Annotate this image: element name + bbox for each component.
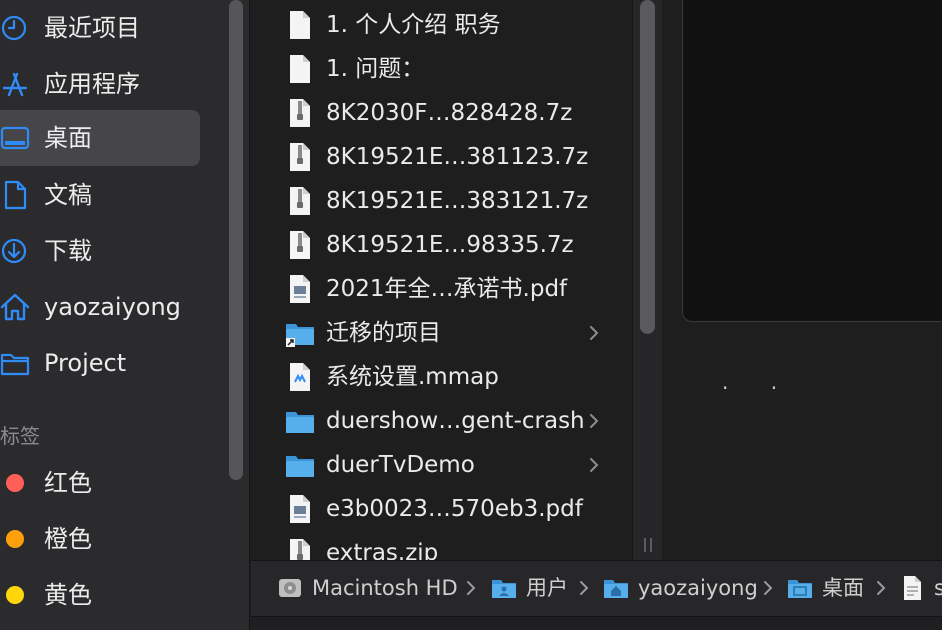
file-row[interactable]: 1. 问题： [251,47,632,91]
download-icon [1,238,27,264]
file-name: 1. 个人介绍 职务 [326,12,501,38]
file-name: e3b0023…570eb3.pdf [326,496,583,522]
file-name: 系统设置.mmap [326,364,499,390]
file-name: duerTvDemo [326,452,475,478]
file-name: 8K2030F…828428.7z [326,100,573,126]
mindmap-file-icon [290,363,310,391]
file-list: 1. 个人介绍 职务 1. 问题： 8K2030F…828428.7z 8K19… [251,0,632,560]
file-name: 8K19521E…98335.7z [326,232,574,258]
file-row[interactable]: extras.zip [251,531,632,560]
file-name: duershow…gent-crash [326,408,585,434]
sidebar-tag-label: 红色 [44,469,92,497]
text-file-icon [290,55,310,83]
home-folder-icon[interactable] [603,575,629,601]
sidebar-item-label: 最近项目 [44,14,140,42]
archive-file-icon [290,539,310,560]
file-row[interactable]: 2021年全…承诺书.pdf [251,267,632,311]
folder-icon [286,456,314,477]
applications-icon [2,72,28,97]
breadcrumb-users[interactable]: 用户 [526,574,568,602]
file-name: 2021年全…承诺书.pdf [326,276,568,302]
sidebar-item-label: 应用程序 [44,70,140,98]
sidebar-item-documents[interactable]: 文稿 [0,167,200,223]
file-row[interactable]: 迁移的项目 [251,311,632,355]
file-row[interactable]: duerTvDemo [251,443,632,487]
sidebar-tag-red[interactable]: 红色 [0,455,200,511]
file-row[interactable]: 1. 个人介绍 职务 [251,3,632,47]
chevron-right-icon [590,326,599,340]
sidebar-item-label: Project [44,349,127,377]
file-row[interactable]: 8K19521E…383121.7z [251,179,632,223]
column-resize-handle-icon[interactable] [640,535,656,555]
users-folder-icon[interactable] [491,575,517,601]
pdf-file-icon [290,495,310,523]
file-name: 迁移的项目 [326,320,441,346]
sidebar-item-project[interactable]: Project [0,335,200,391]
sidebar-item-home[interactable]: yaozaiyong [0,279,200,335]
breadcrumb-file[interactable]: s [934,574,942,602]
sidebar-tag-orange[interactable]: 橙色 [0,511,200,567]
red-tag-dot-icon [6,474,24,492]
breadcrumb-separator-icon [764,581,773,595]
breadcrumb-macintosh-hd[interactable]: Macintosh HD [312,574,458,602]
breadcrumb-home[interactable]: yaozaiyong [638,574,758,602]
sidebar-scrollbar[interactable] [229,0,243,480]
breadcrumb-separator-icon [877,581,886,595]
sidebar-item-label: 文稿 [44,181,92,209]
file-name: 1. 问题： [326,56,425,82]
sidebar-item-applications[interactable]: 应用程序 [0,56,200,112]
sidebar-item-label: yaozaiyong [44,293,181,321]
pdf-file-icon [290,275,310,303]
folder-icon [286,412,314,433]
home-icon [0,293,30,321]
file-name: 8K19521E…383121.7z [326,188,589,214]
text-file-icon [290,11,310,39]
yellow-tag-dot-icon [6,586,24,604]
sidebar-item-label: 桌面 [44,124,92,152]
folder-alias-icon [286,324,314,347]
file-list-scrollbar-thumb[interactable] [640,0,655,334]
preview-dots: . . [722,370,796,394]
breadcrumb-separator-icon [467,581,476,595]
orange-tag-dot-icon [6,530,24,548]
sidebar-tag-yellow[interactable]: 黄色 [0,567,200,623]
preview-thumbnail [682,0,942,322]
chevron-right-icon [590,458,599,472]
sidebar-tag-label: 橙色 [44,525,92,553]
archive-file-icon [290,143,310,171]
archive-file-icon [290,99,310,127]
file-row[interactable]: 8K2030F…828428.7z [251,91,632,135]
sidebar-tag-label: 黄色 [44,581,92,609]
sidebar-item-label: 下载 [44,237,92,265]
file-name: extras.zip [326,540,439,560]
file-row[interactable]: duershow…gent-crash [251,399,632,443]
tags-section-title: 标签 [0,424,40,448]
file-row[interactable]: e3b0023…570eb3.pdf [251,487,632,531]
document-icon [4,180,27,210]
status-bar [251,616,942,630]
sidebar: 最近项目 应用程序 桌面 文稿 下载 yaozaiyong Project 标签… [0,0,250,630]
file-row[interactable]: 8K19521E…381123.7z [251,135,632,179]
desktop-folder-icon[interactable] [787,575,813,601]
file-row[interactable]: 系统设置.mmap [251,355,632,399]
archive-file-icon [290,231,310,259]
clock-icon [1,15,27,41]
desktop-icon [0,126,30,150]
breadcrumb-separator-icon [580,581,589,595]
sidebar-item-desktop[interactable]: 桌面 [0,110,200,166]
breadcrumb-desktop[interactable]: 桌面 [822,574,864,602]
file-row[interactable]: 8K19521E…98335.7z [251,223,632,267]
file-name: 8K19521E…381123.7z [326,144,589,170]
sidebar-item-recents[interactable]: 最近项目 [0,0,200,56]
hard-drive-icon[interactable] [277,575,303,601]
text-file-icon[interactable] [900,575,926,601]
folder-icon [0,353,30,376]
archive-file-icon [290,187,310,215]
sidebar-item-downloads[interactable]: 下载 [0,223,200,279]
chevron-right-icon [590,414,599,428]
